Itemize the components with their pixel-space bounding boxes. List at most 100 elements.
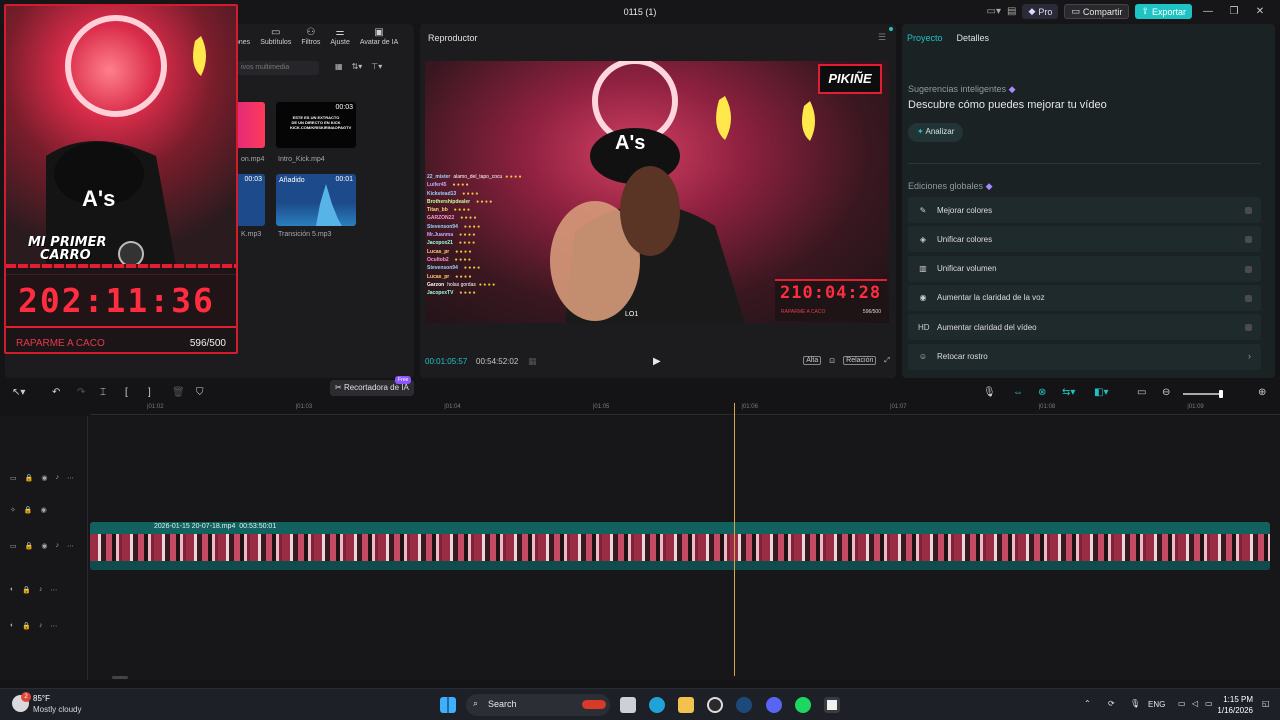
link-clips-icon[interactable]: ⇔ xyxy=(1013,387,1023,398)
shield-icon[interactable]: ⛉ xyxy=(196,387,204,398)
video-clip[interactable]: 2026-01-15 20-07-18.mp4 00:53:50:01 xyxy=(90,522,1270,570)
ruler-tick-label: |01:05 xyxy=(592,404,610,410)
global-edit-option[interactable]: ☺ Retocar rostro › xyxy=(908,343,1261,370)
file-explorer-icon[interactable] xyxy=(678,697,694,713)
snapshot-icon[interactable]: ⊡ xyxy=(829,357,835,365)
global-edit-option[interactable]: ▥ Unificar volumen xyxy=(908,255,1261,282)
media-item[interactable]: Añadido 00:01 xyxy=(276,174,356,226)
trim-right-icon[interactable]: ] xyxy=(148,387,151,398)
lock-icon[interactable]: 🔒 xyxy=(25,474,34,482)
delete-icon[interactable]: 🗑 xyxy=(172,387,185,398)
layout-icon[interactable]: ▭▾ xyxy=(987,6,1001,17)
task-view-icon[interactable] xyxy=(620,697,636,713)
video-preview[interactable]: A's PIKIÑE 22_mister alamo_del_tapo_cocu ●… xyxy=(425,61,889,323)
spotify-icon[interactable] xyxy=(795,697,811,713)
steam-icon[interactable] xyxy=(736,697,752,713)
more-icon[interactable]: ⋯ xyxy=(50,622,57,630)
select-tool-icon[interactable]: ↖▾ xyxy=(12,387,25,398)
tab-adjust[interactable]: ⚌ Ajuste xyxy=(330,27,349,46)
tray-battery-icon[interactable]: ▭ xyxy=(1205,699,1213,708)
option-toggle[interactable] xyxy=(1245,294,1252,302)
zoom-in-icon[interactable]: ⊕ xyxy=(1258,387,1266,398)
tab-label: Avatar de IA xyxy=(359,39,399,46)
zoom-slider-handle[interactable] xyxy=(1219,390,1223,398)
trim-left-icon[interactable]: [ xyxy=(125,387,128,398)
lock-icon[interactable]: 🔒 xyxy=(22,622,31,630)
option-toggle[interactable] xyxy=(1245,324,1252,332)
global-edit-option[interactable]: ◉ Aumentar la claridad de la voz xyxy=(908,284,1261,311)
zoom-slider[interactable] xyxy=(1183,390,1223,398)
linkage-icon[interactable]: ⇆▾ xyxy=(1062,387,1075,398)
magnet-icon[interactable]: ⊗ xyxy=(1038,387,1046,398)
tray-mic-icon[interactable]: 🎙 xyxy=(1130,699,1140,708)
media-item[interactable] xyxy=(235,102,265,148)
tab-details[interactable]: Detalles xyxy=(957,33,990,43)
microphone-icon[interactable]: 🎙 xyxy=(983,387,996,398)
capcut-icon[interactable] xyxy=(824,697,840,713)
restore-icon[interactable]: ❐ xyxy=(1224,6,1244,17)
fullscreen-icon[interactable]: ⤢ xyxy=(884,357,890,365)
media-item[interactable]: 00:03 xyxy=(235,174,265,226)
media-item[interactable]: 00:03 ESTE ES UN EXTRACTO DE UN DIRECTO … xyxy=(276,102,356,148)
clock[interactable]: 1:15 PM 1/16/2026 xyxy=(1213,694,1253,716)
menu-icon[interactable]: ☰ xyxy=(878,32,886,43)
preview-axis-icon[interactable]: ◧▾ xyxy=(1094,387,1108,398)
option-toggle[interactable] xyxy=(1245,207,1252,214)
tab-ai-avatar[interactable]: ▣ Avatar de IA xyxy=(360,27,398,46)
more-icon[interactable]: ⋯ xyxy=(67,542,74,550)
lock-icon[interactable]: 🔒 xyxy=(25,542,34,550)
zoom-out-icon[interactable]: ⊖ xyxy=(1162,387,1170,398)
ratio-button[interactable]: Relación xyxy=(843,356,877,365)
tray-chevron-icon[interactable]: ⌃ xyxy=(1084,699,1091,708)
export-button[interactable]: ⇪ Exportar xyxy=(1135,4,1192,19)
discord-icon[interactable] xyxy=(766,697,782,713)
tray-display-icon[interactable]: ▭ xyxy=(1178,699,1186,708)
more-icon[interactable]: ⋯ xyxy=(50,586,57,594)
eye-icon[interactable]: ◉ xyxy=(41,506,47,514)
sort-icon[interactable]: ⇅▾ xyxy=(352,62,363,71)
tab-subtitles[interactable]: ▭ Subtítulos xyxy=(260,27,291,46)
play-button[interactable]: ▶ xyxy=(653,356,661,367)
audio-icon[interactable]: ♪ xyxy=(39,622,43,630)
option-toggle[interactable] xyxy=(1245,265,1252,273)
language-indicator[interactable]: ENG xyxy=(1148,700,1165,709)
captions-icon[interactable]: ▭ xyxy=(1137,387,1146,398)
eye-icon[interactable]: ◉ xyxy=(41,474,47,482)
global-edit-option[interactable]: ◈ Unificar colores xyxy=(908,226,1261,253)
edge-icon[interactable] xyxy=(649,697,665,713)
horizontal-scrollbar[interactable] xyxy=(112,676,128,679)
more-icon[interactable]: ⋯ xyxy=(67,474,74,482)
split-icon[interactable]: ⌶ xyxy=(100,387,106,398)
tray-volume-icon[interactable]: ◁ xyxy=(1192,699,1198,708)
filter-icon[interactable]: ⊤▾ xyxy=(371,62,382,71)
notifications-icon[interactable]: ◱ xyxy=(1262,699,1270,708)
analyze-button[interactable]: ✦ Analizar xyxy=(908,123,964,142)
eye-icon[interactable]: ◉ xyxy=(41,542,47,550)
media-search-input[interactable]: ivos multimedia xyxy=(237,61,319,75)
audio-icon[interactable]: ♪ xyxy=(55,474,59,482)
close-icon[interactable]: ✕ xyxy=(1250,6,1270,17)
lock-icon[interactable]: 🔒 xyxy=(24,506,33,514)
tab-filters[interactable]: ⚇ Filtros xyxy=(301,27,320,46)
option-toggle[interactable] xyxy=(1245,236,1252,244)
quality-button[interactable]: Alta xyxy=(803,356,822,365)
pro-button[interactable]: ◆ Pro xyxy=(1022,4,1059,19)
tray-sync-icon[interactable]: ⟳ xyxy=(1108,699,1115,708)
playhead[interactable] xyxy=(734,403,735,676)
timeline-ruler[interactable]: |01:02 |01:03 |01:04 |01:05 |01:06 |01:07 |01:… xyxy=(90,403,1280,415)
undo-icon[interactable]: ↶ xyxy=(52,387,60,398)
shortcuts-icon[interactable]: ▤ xyxy=(1007,6,1016,17)
lock-icon[interactable]: 🔒 xyxy=(22,586,31,594)
tab-project[interactable]: Proyecto xyxy=(907,33,943,43)
share-button[interactable]: ▭ Compartir xyxy=(1064,4,1130,19)
minimize-icon[interactable]: — xyxy=(1198,6,1218,17)
obs-icon[interactable] xyxy=(707,697,723,713)
audio-icon[interactable]: ♪ xyxy=(39,586,43,594)
frames-icon[interactable]: ▦ xyxy=(528,356,537,367)
grid-view-icon[interactable]: ▦ xyxy=(335,62,343,71)
global-edit-option[interactable]: HD Aumentar claridad del vídeo xyxy=(908,314,1261,341)
redo-icon[interactable]: ↷ xyxy=(77,387,85,398)
start-icon[interactable] xyxy=(440,697,456,713)
global-edit-option[interactable]: ✎ Mejorar colores xyxy=(908,197,1261,223)
audio-icon[interactable]: ♪ xyxy=(55,542,59,550)
